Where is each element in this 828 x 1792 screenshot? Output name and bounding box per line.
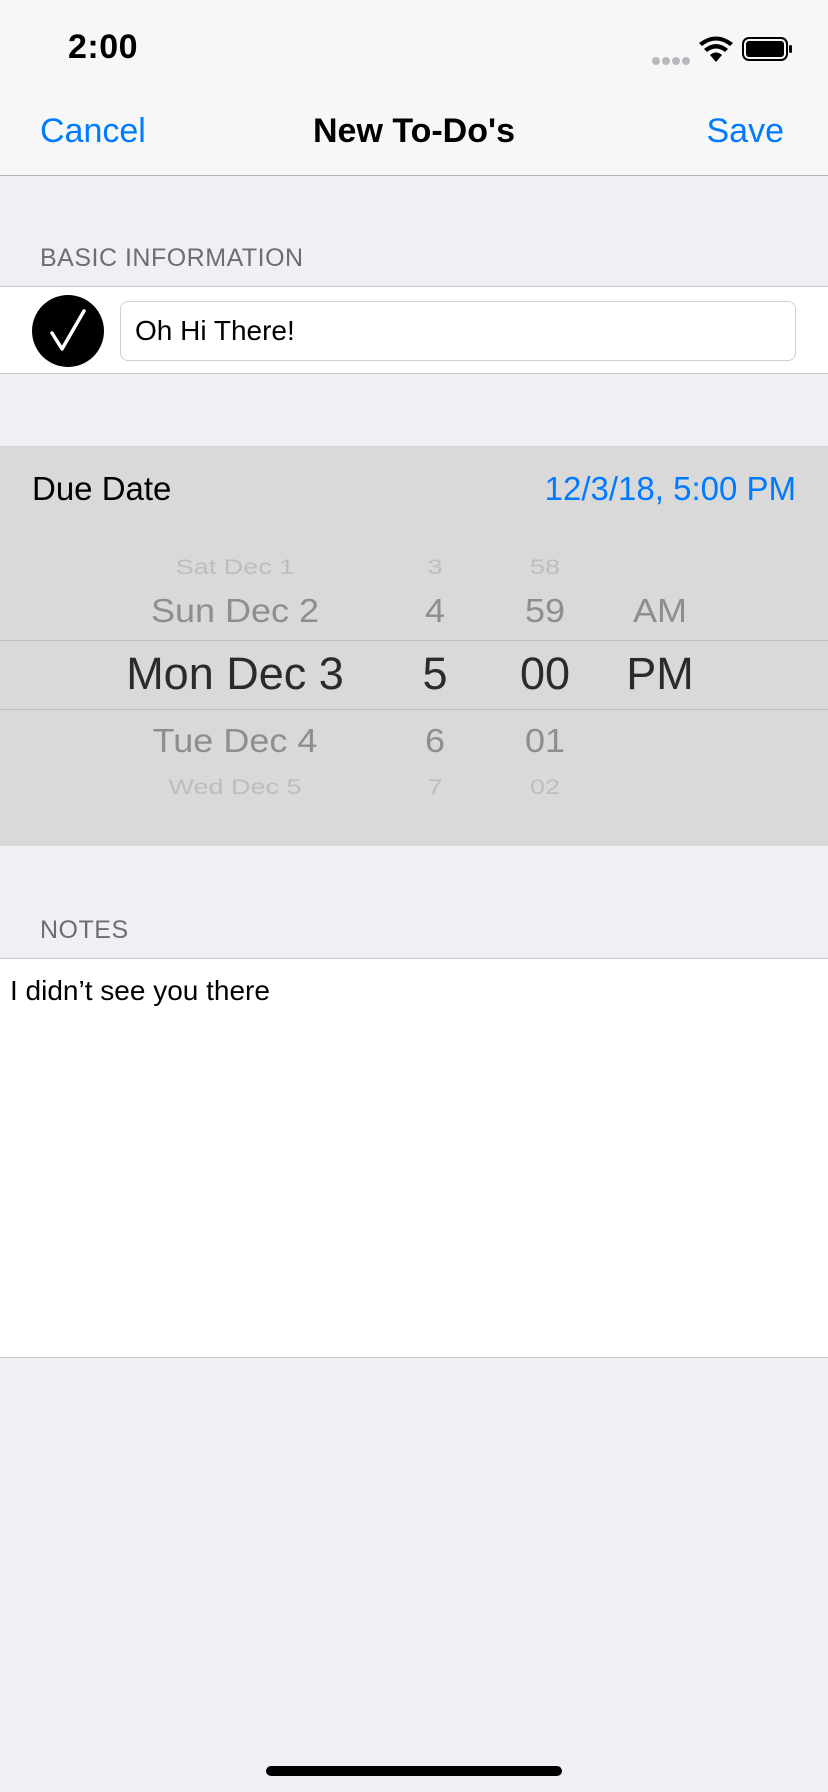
picker-ampm-item[interactable]: AM [610,592,710,631]
picker-hour-item[interactable]: 7 [400,775,470,799]
picker-date-item[interactable]: Sun Dec 2 [80,592,390,631]
picker-minute-item[interactable]: 01 [500,722,590,761]
home-indicator[interactable] [266,1766,562,1776]
picker-hour-selected[interactable]: 5 [400,648,470,700]
status-bar: 2:00 [0,0,828,88]
picker-minute-selected[interactable]: 00 [500,648,590,700]
picker-minute-item[interactable]: 59 [500,592,590,631]
picker-hour-item[interactable]: 4 [400,592,470,631]
basic-information-row [0,286,828,374]
basic-information-header: BASIC INFORMATION [40,244,304,272]
date-time-picker[interactable]: Sat Dec 1 Sun Dec 2 Mon Dec 3 Tue Dec 4 … [0,530,828,830]
picker-minute-item[interactable]: 58 [500,555,590,579]
picker-ampm-selected[interactable]: PM [610,648,710,700]
status-time: 2:00 [68,28,139,66]
picker-hour-item[interactable]: 6 [400,722,470,761]
due-date-value[interactable]: 12/3/18, 5:00 PM [545,470,796,508]
picker-hour-item[interactable]: 3 [400,555,470,579]
picker-date-item[interactable]: Sat Dec 1 [80,555,390,579]
complete-toggle-button[interactable] [32,295,104,367]
checkmark-icon [50,309,86,351]
cancel-button[interactable]: Cancel [40,112,146,151]
notes-header: NOTES [40,916,129,944]
picker-date-selected[interactable]: Mon Dec 3 [80,648,390,700]
due-date-section: Due Date 12/3/18, 5:00 PM Sat Dec 1 Sun … [0,446,828,846]
picker-date-item[interactable]: Tue Dec 4 [80,722,390,761]
battery-icon [742,37,792,61]
due-date-label: Due Date [32,470,172,507]
picker-minute-item[interactable]: 02 [500,775,590,799]
todo-title-input[interactable] [120,301,796,361]
notes-text[interactable]: I didn’t see you there [10,975,810,1007]
save-button[interactable]: Save [707,112,785,151]
notes-text-view[interactable]: I didn’t see you there [0,958,828,1358]
cellular-signal-icon [652,52,692,65]
navigation-bar: New To-Do's Cancel Save [0,88,828,176]
picker-date-item[interactable]: Wed Dec 5 [80,775,390,799]
picker-date-offscreen [80,530,390,550]
wifi-icon [699,36,733,62]
